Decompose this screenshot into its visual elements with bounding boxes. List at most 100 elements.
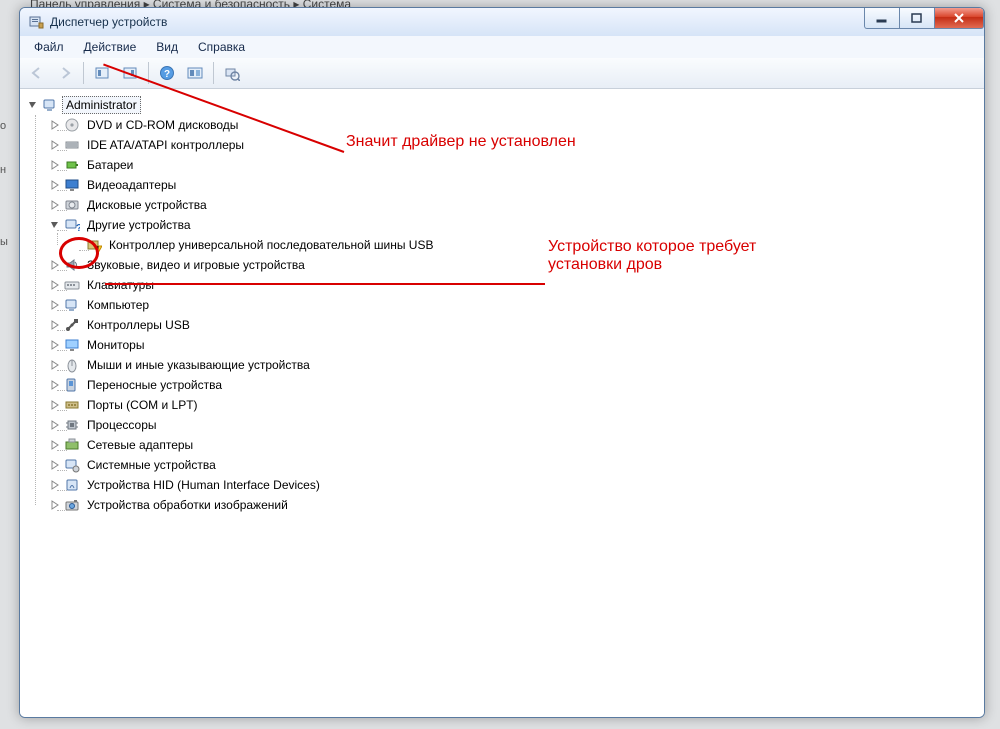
menu-view[interactable]: Вид bbox=[146, 38, 188, 56]
expand-icon[interactable] bbox=[48, 478, 62, 492]
scan-hardware-button[interactable] bbox=[219, 60, 245, 86]
tree-item-label: Мониторы bbox=[84, 337, 147, 353]
tree-item[interactable]: Процессоры bbox=[48, 415, 984, 435]
detail-button[interactable] bbox=[117, 60, 143, 86]
expand-icon[interactable] bbox=[48, 398, 62, 412]
tree-item[interactable]: Мыши и иные указывающие устройства bbox=[48, 355, 984, 375]
tree-item[interactable]: IDE ATA/ATAPI контроллеры bbox=[48, 135, 984, 155]
tree-item-label: Мыши и иные указывающие устройства bbox=[84, 357, 313, 373]
expand-icon[interactable] bbox=[48, 378, 62, 392]
expand-icon[interactable] bbox=[48, 198, 62, 212]
expand-icon[interactable] bbox=[48, 418, 62, 432]
maximize-button[interactable] bbox=[900, 8, 935, 29]
show-hidden-button[interactable] bbox=[89, 60, 115, 86]
port-icon bbox=[63, 397, 81, 413]
forward-button bbox=[52, 60, 78, 86]
properties-button[interactable] bbox=[182, 60, 208, 86]
close-button[interactable] bbox=[935, 8, 984, 29]
minimize-button[interactable] bbox=[864, 8, 900, 29]
help-button[interactable]: ? bbox=[154, 60, 180, 86]
tree-item[interactable]: Компьютер bbox=[48, 295, 984, 315]
unknown-icon: ? bbox=[63, 217, 81, 233]
expand-icon[interactable] bbox=[48, 118, 62, 132]
imaging-icon bbox=[63, 497, 81, 513]
tree-item[interactable]: Переносные устройства bbox=[48, 375, 984, 395]
window-title: Диспетчер устройств bbox=[50, 15, 167, 29]
expand-icon[interactable] bbox=[48, 298, 62, 312]
tree-item-label: Видеоадаптеры bbox=[84, 177, 179, 193]
tree-item[interactable]: Мониторы bbox=[48, 335, 984, 355]
expand-icon[interactable] bbox=[48, 158, 62, 172]
menu-action[interactable]: Действие bbox=[74, 38, 147, 56]
system-icon bbox=[63, 457, 81, 473]
menu-help[interactable]: Справка bbox=[188, 38, 255, 56]
expand-icon[interactable] bbox=[48, 218, 62, 232]
tree-item-label: Батареи bbox=[84, 157, 136, 173]
back-button bbox=[24, 60, 50, 86]
hid-icon bbox=[63, 477, 81, 493]
tree-item-label: Процессоры bbox=[84, 417, 160, 433]
network-icon bbox=[63, 437, 81, 453]
edge-artifact: ы bbox=[0, 236, 8, 248]
expand-icon[interactable] bbox=[48, 338, 62, 352]
monitor-icon bbox=[63, 337, 81, 353]
expand-icon[interactable] bbox=[48, 498, 62, 512]
titlebar[interactable]: Диспетчер устройств bbox=[20, 8, 984, 37]
expand-icon[interactable] bbox=[48, 278, 62, 292]
tree-item-label: Системные устройства bbox=[84, 457, 219, 473]
menubar: Файл Действие Вид Справка bbox=[20, 36, 984, 59]
device-tree-panel[interactable]: Administrator DVD и CD-ROM дисководы IDE A… bbox=[20, 88, 984, 717]
tree-item-label: Контроллеры USB bbox=[84, 317, 193, 333]
tree-child-item[interactable]: !Контроллер универсальной последовательн… bbox=[70, 235, 984, 255]
mouse-icon bbox=[63, 357, 81, 373]
sound-icon bbox=[63, 257, 81, 273]
expand-icon[interactable] bbox=[26, 98, 40, 112]
tree-item[interactable]: DVD и CD-ROM дисководы bbox=[48, 115, 984, 135]
tree-item-label: Порты (COM и LPT) bbox=[84, 397, 201, 413]
tree-item-label: Компьютер bbox=[84, 297, 152, 313]
tree-item[interactable]: Клавиатуры bbox=[48, 275, 984, 295]
device-manager-window: Диспетчер устройств Файл Действие Вид Сп… bbox=[19, 7, 985, 718]
menu-file[interactable]: Файл bbox=[24, 38, 74, 56]
expand-icon[interactable] bbox=[48, 138, 62, 152]
tree-item[interactable]: Видеоадаптеры bbox=[48, 175, 984, 195]
keyboard-icon bbox=[63, 277, 81, 293]
cpu-icon bbox=[63, 417, 81, 433]
tree-item[interactable]: Сетевые адаптеры bbox=[48, 435, 984, 455]
tree-item-label: Переносные устройства bbox=[84, 377, 225, 393]
hdd-icon bbox=[63, 197, 81, 213]
expand-icon[interactable] bbox=[48, 438, 62, 452]
tree-item-label: Устройства обработки изображений bbox=[84, 497, 291, 513]
tree-item-label: IDE ATA/ATAPI контроллеры bbox=[84, 137, 247, 153]
tree-item[interactable]: Контроллеры USB bbox=[48, 315, 984, 335]
expand-icon[interactable] bbox=[48, 318, 62, 332]
tree-item[interactable]: Системные устройства bbox=[48, 455, 984, 475]
tree-item[interactable]: ?Другие устройства bbox=[48, 215, 984, 235]
tree-item-label: Устройства HID (Human Interface Devices) bbox=[84, 477, 323, 493]
expand-placeholder bbox=[70, 238, 84, 252]
disc-icon bbox=[63, 117, 81, 133]
expand-icon[interactable] bbox=[48, 358, 62, 372]
tree-item-label: DVD и CD-ROM дисководы bbox=[84, 117, 241, 133]
toolbar: ? bbox=[20, 58, 984, 89]
warn-chip-icon: ! bbox=[85, 237, 103, 253]
tree-root[interactable]: Administrator bbox=[26, 95, 984, 115]
portable-icon bbox=[63, 377, 81, 393]
tree-item[interactable]: Дисковые устройства bbox=[48, 195, 984, 215]
computer-icon bbox=[63, 297, 81, 313]
expand-icon[interactable] bbox=[48, 258, 62, 272]
app-icon bbox=[28, 14, 44, 30]
tree-item[interactable]: Устройства HID (Human Interface Devices) bbox=[48, 475, 984, 495]
tree-item[interactable]: Порты (COM и LPT) bbox=[48, 395, 984, 415]
expand-icon[interactable] bbox=[48, 178, 62, 192]
tree-item[interactable]: Батареи bbox=[48, 155, 984, 175]
expand-icon[interactable] bbox=[48, 458, 62, 472]
tree-root-label: Administrator bbox=[62, 96, 141, 114]
tree-item[interactable]: Устройства обработки изображений bbox=[48, 495, 984, 515]
svg-text:?: ? bbox=[76, 223, 80, 233]
battery-icon bbox=[63, 157, 81, 173]
tree-item[interactable]: Звуковые, видео и игровые устройства bbox=[48, 255, 984, 275]
tree-item-label: Звуковые, видео и игровые устройства bbox=[84, 257, 308, 273]
tree-item-label: Контроллер универсальной последовательно… bbox=[106, 237, 436, 253]
edge-artifact: н bbox=[0, 164, 6, 176]
